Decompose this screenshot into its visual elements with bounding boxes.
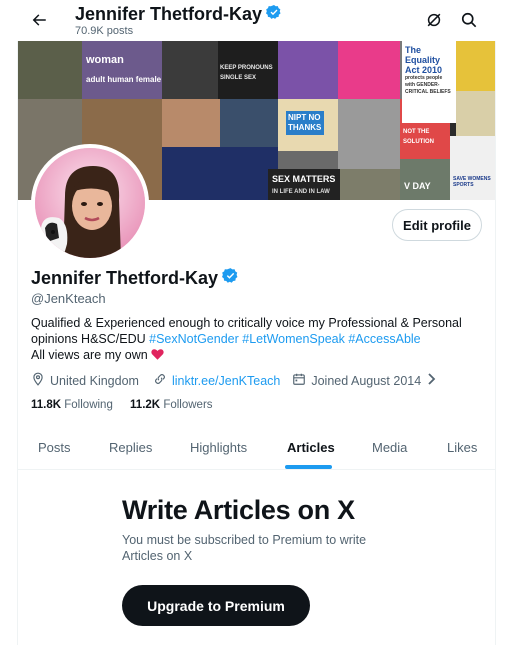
hashtag-link[interactable]: #LetWomenSpeak bbox=[242, 332, 345, 346]
banner-tile-equality: The Equality Act 2010 protects people wi… bbox=[402, 41, 456, 123]
tab-highlights[interactable]: Highlights bbox=[190, 440, 247, 455]
banner-tile-sex-matters: SEX MATTERS IN LIFE AND IN LAW bbox=[268, 169, 340, 200]
search-icon[interactable] bbox=[459, 10, 479, 30]
profile-meta: United Kingdom linktr.ee/JenKTeach Joine… bbox=[31, 372, 442, 389]
upgrade-premium-button[interactable]: Upgrade to Premium bbox=[122, 585, 310, 626]
banner-tile-woman: woman adult human female bbox=[82, 41, 162, 99]
edit-profile-button[interactable]: Edit profile bbox=[392, 209, 482, 241]
header-display-name: Jennifer Thetford-Kay bbox=[75, 4, 282, 25]
location-icon bbox=[31, 372, 50, 389]
tab-posts[interactable]: Posts bbox=[38, 440, 71, 455]
hashtag-link[interactable]: #AccessAble bbox=[348, 332, 420, 346]
bio-line2: All views are my own bbox=[31, 348, 148, 362]
banner-text: The Equality Act 2010 bbox=[405, 45, 443, 75]
banner-tile-lion bbox=[278, 41, 338, 99]
profile-handle: @JenKteach bbox=[31, 291, 106, 306]
followers-count: 11.2K bbox=[130, 399, 161, 411]
banner-tile bbox=[456, 41, 495, 91]
tab-media[interactable]: Media bbox=[372, 440, 407, 455]
banner-text: IN LIFE AND IN LAW bbox=[272, 189, 330, 195]
articles-description: You must be subscribed to Premium to wri… bbox=[122, 533, 367, 563]
location-text: United Kingdom bbox=[50, 373, 139, 388]
banner-tile bbox=[220, 99, 278, 147]
following-label: Following bbox=[64, 399, 113, 411]
banner-tile bbox=[338, 99, 400, 169]
banner-tile bbox=[162, 41, 218, 99]
banner-tile bbox=[340, 169, 400, 200]
active-tab-indicator bbox=[285, 465, 332, 469]
calendar-icon bbox=[292, 372, 311, 389]
grok-icon[interactable] bbox=[424, 10, 444, 30]
profile-display-name: Jennifer Thetford-Kay bbox=[31, 267, 239, 289]
banner-text: NIPT NO THANKS bbox=[286, 111, 324, 135]
following-count: 11.8K bbox=[31, 399, 62, 411]
banner-tile-sports: SAVE WOMENS SPORTS bbox=[450, 136, 495, 200]
banner-tile bbox=[456, 91, 495, 136]
profile-tabs: Posts Replies Highlights Articles Media … bbox=[18, 428, 495, 470]
tab-likes[interactable]: Likes bbox=[447, 440, 477, 455]
banner-text: SAVE WOMENS SPORTS bbox=[453, 176, 491, 188]
banner-tile bbox=[162, 147, 278, 200]
articles-title: Write Articles on X bbox=[122, 495, 355, 525]
followers-link[interactable]: 11.2K Followers bbox=[130, 399, 212, 411]
heart-icon bbox=[151, 348, 164, 362]
hashtag-link[interactable]: #SexNotGender bbox=[149, 332, 239, 346]
tab-articles[interactable]: Articles bbox=[287, 440, 335, 455]
link-icon bbox=[153, 372, 172, 389]
banner-tile bbox=[162, 99, 220, 147]
banner-text: V DAY bbox=[404, 181, 431, 191]
banner-tile-pink bbox=[338, 41, 400, 99]
banner-tile bbox=[18, 41, 82, 99]
joined-text: Joined August 2014 bbox=[311, 373, 422, 388]
post-count: 70.9K posts bbox=[75, 25, 134, 37]
profile-name-text: Jennifer Thetford-Kay bbox=[31, 267, 219, 288]
verified-icon[interactable] bbox=[222, 267, 239, 289]
profile-bio: Qualified & Experienced enough to critic… bbox=[31, 315, 483, 363]
verified-icon bbox=[266, 4, 282, 25]
banner-text: KEEP PRONOUNS SINGLE SEX bbox=[220, 65, 273, 81]
avatar[interactable] bbox=[31, 144, 149, 262]
banner-tile-vday: V DAY bbox=[400, 159, 450, 200]
banner-tile-nipt: NIPT NO THANKS bbox=[278, 99, 338, 151]
banner-text: SEX MATTERS bbox=[272, 174, 336, 184]
following-link[interactable]: 11.8K Following bbox=[31, 399, 113, 411]
arrow-left-icon[interactable] bbox=[28, 9, 50, 31]
banner-text: woman bbox=[86, 54, 124, 66]
tab-replies[interactable]: Replies bbox=[109, 440, 152, 455]
banner-text: protects people with GENDER-CRITICAL BEL… bbox=[405, 75, 451, 95]
header-name-text: Jennifer Thetford-Kay bbox=[75, 4, 263, 24]
profile-link[interactable]: linktr.ee/JenKTeach bbox=[172, 374, 280, 388]
chevron-right-icon[interactable] bbox=[427, 373, 442, 388]
banner-text: adult human female bbox=[86, 75, 162, 84]
top-bar: Jennifer Thetford-Kay 70.9K posts bbox=[0, 0, 511, 41]
follow-stats: 11.8K Following 11.2K Followers bbox=[31, 399, 213, 411]
followers-label: Followers bbox=[163, 399, 213, 411]
banner-tile-pronouns: KEEP PRONOUNS SINGLE SEX bbox=[218, 41, 278, 99]
